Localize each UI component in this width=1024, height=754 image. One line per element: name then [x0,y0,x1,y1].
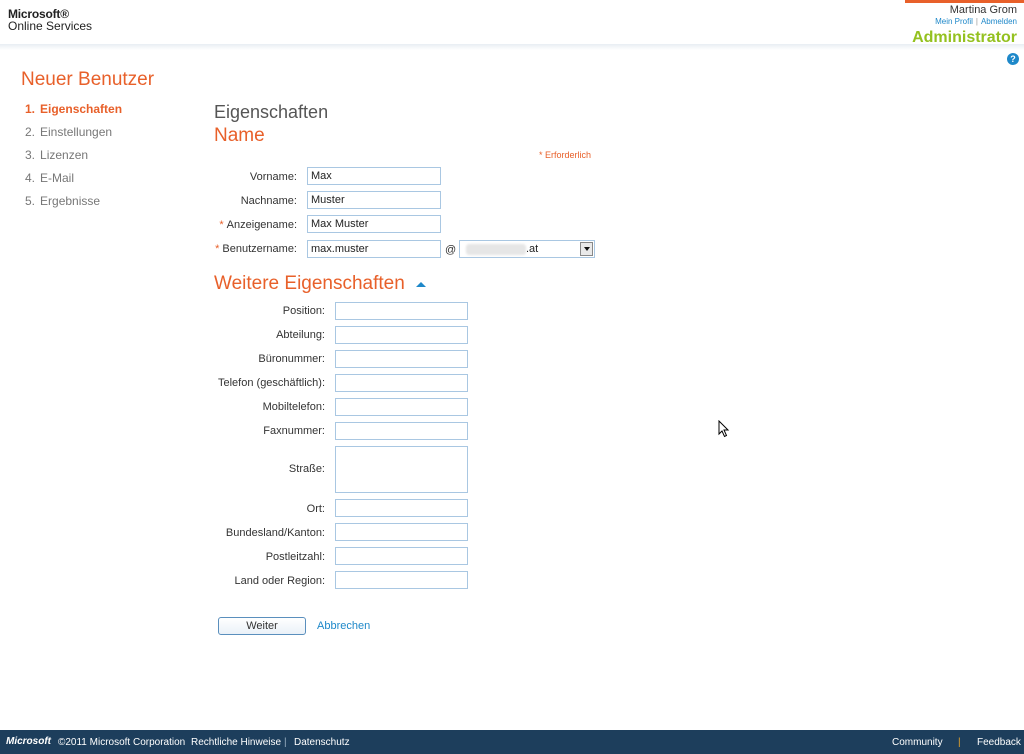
required-note: * Erforderlich [539,150,592,160]
zip-label: Postleitzahl: [265,551,325,563]
office-label: Büronummer: [258,353,325,365]
user-links: Mein Profil | Abmelden [935,17,1017,26]
collapse-arrow-icon[interactable] [416,282,426,287]
footer: Microsoft ©2011 Microsoft Corporation Re… [0,730,1024,754]
country-label: Land oder Region: [234,575,325,587]
mobile-label: Mobiltelefon: [262,401,325,413]
wizard-step-properties: 1. Eigenschaften [25,102,122,125]
state-label: Bundesland/Kanton: [225,527,325,539]
legal-notice-link[interactable]: Rechtliche Hinweise [191,737,281,748]
redacted-domain [466,244,526,255]
sign-out-link[interactable]: Abmelden [981,17,1017,26]
step-label: Lizenzen [40,148,89,162]
last-name-input[interactable] [307,191,441,209]
user-name: Martina Grom [949,4,1017,16]
my-profile-link[interactable]: Mein Profil [935,17,973,26]
office-input[interactable] [335,350,468,368]
footer-separator: | [284,737,287,748]
last-name-label: Nachname: [240,195,297,207]
position-label: Position: [282,305,325,317]
display-name-input[interactable] [307,215,441,233]
department-label: Abteilung: [276,329,325,341]
community-link[interactable]: Community [892,737,943,748]
fax-label: Faxnummer: [263,425,325,437]
microsoft-online-services-logo: Microsoft® Online Services [8,8,92,32]
city-label: Ort: [306,503,325,515]
required-marker: * [219,219,224,231]
mouse-cursor-icon [718,420,730,438]
next-button[interactable]: Weiter [218,617,306,635]
copyright-text: ©2011 Microsoft Corporation [58,737,186,748]
street-textarea[interactable] [335,446,468,493]
help-icon[interactable]: ? [1007,53,1019,65]
user-name-input[interactable] [307,240,441,258]
step-number: 2. [25,125,36,139]
zip-input[interactable] [335,547,468,565]
cancel-link[interactable]: Abbrechen [317,620,370,632]
logo-line-2: Online Services [8,19,93,33]
phone-label: Telefon (geschäftlich): [218,377,325,389]
display-name-label: * Anzeigename: [210,219,297,231]
wizard-step-licenses: 3. Lizenzen [25,148,122,171]
wizard-step-email: 4. E-Mail [25,171,122,194]
step-label: Einstellungen [40,125,113,139]
page-title: Neuer Benutzer [21,69,155,90]
step-label: Eigenschaften [40,102,123,116]
step-number: 1. [25,102,36,116]
fax-input[interactable] [335,422,468,440]
wizard-step-settings: 2. Einstellungen [25,125,122,148]
country-input[interactable] [335,571,468,589]
display-name-label-text: Anzeigename: [226,219,297,231]
step-label: E-Mail [40,171,75,185]
step-number: 4. [25,171,36,185]
header-accent-bar [905,0,1024,3]
user-name-label: * Benutzername: [208,243,297,255]
step-label: Ergebnisse [40,194,101,208]
state-input[interactable] [335,523,468,541]
footer-microsoft-logo: Microsoft [6,736,51,747]
user-name-label-text: Benutzername: [222,243,297,255]
name-section-title: Name [214,125,265,146]
domain-select[interactable]: .at [459,240,595,258]
street-label: Straße: [288,463,325,475]
header-shade [0,44,1024,50]
required-marker: * [215,243,220,255]
position-input[interactable] [335,302,468,320]
privacy-link[interactable]: Datenschutz [294,737,350,748]
link-separator: | [975,17,978,26]
step-number: 3. [25,148,36,162]
feedback-link[interactable]: Feedback [977,737,1021,748]
first-name-input[interactable] [307,167,441,185]
phone-input[interactable] [335,374,468,392]
department-input[interactable] [335,326,468,344]
domain-suffix: .at [526,243,539,255]
mobile-input[interactable] [335,398,468,416]
section-title: Eigenschaften [214,102,329,122]
city-input[interactable] [335,499,468,517]
first-name-label: Vorname: [249,171,297,183]
dropdown-arrow-icon[interactable] [580,242,593,256]
more-properties-title: Weitere Eigenschaften [214,273,405,294]
at-sign: @ [445,244,457,256]
top-header: Microsoft® Online Services Martina Grom … [0,0,1024,48]
wizard-steps: 1. Eigenschaften 2. Einstellungen 3. Lizenz… [25,102,122,217]
step-number: 5. [25,194,36,208]
wizard-step-results: 5. Ergebnisse [25,194,122,217]
footer-separator: | [958,737,961,748]
